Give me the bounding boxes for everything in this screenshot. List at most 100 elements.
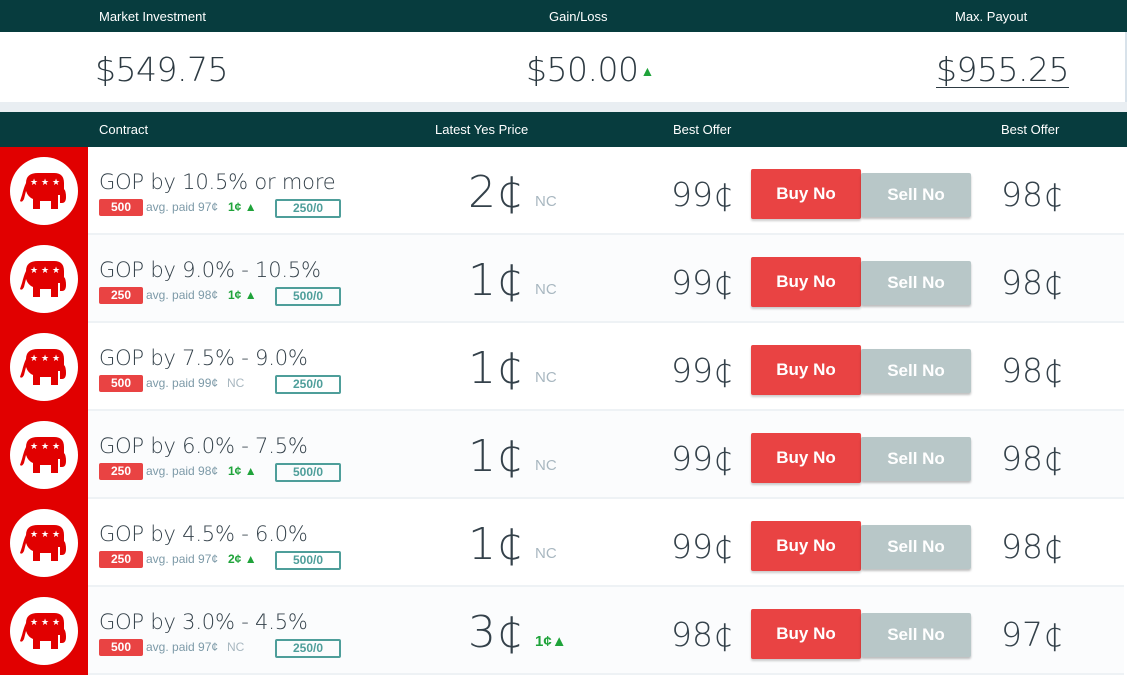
svg-text:★: ★ — [30, 354, 38, 364]
buy-no-button[interactable]: Buy No — [751, 345, 861, 395]
contract-row: ★ ★ ★ GOP by 9.0% - 10.5% 250 avg. paid 98¢ 1¢… — [0, 235, 1127, 323]
contract-details: GOP by 9.0% - 10.5% 250 avg. paid 98¢ 1¢ ▲ 5… — [88, 235, 1124, 323]
position-change-value: NC — [227, 376, 245, 390]
sell-no-button[interactable]: Sell No — [861, 261, 971, 305]
shares-ratio[interactable]: 500/0 — [275, 463, 341, 482]
summary-values: $549.75 $50.00 ▲ $955.25 — [0, 32, 1127, 102]
sell-no-button[interactable]: Sell No — [861, 525, 971, 569]
table-header: Contract Latest Yes Price Best Offer Bes… — [0, 112, 1127, 147]
latest-yes-price: 1¢ — [468, 343, 524, 394]
contract-row: ★ ★ ★ GOP by 10.5% or more 500 avg. paid 97¢ 1… — [0, 147, 1127, 235]
gop-elephant-badge: ★ ★ ★ — [10, 245, 78, 313]
contract-row: ★ ★ ★ GOP by 7.5% - 9.0% 500 avg. paid 99¢ NC 2… — [0, 323, 1127, 411]
svg-text:★: ★ — [52, 266, 60, 276]
contract-name[interactable]: GOP by 9.0% - 10.5% — [99, 258, 321, 282]
sell-no-button[interactable]: Sell No — [861, 173, 971, 217]
svg-text:★: ★ — [52, 442, 60, 452]
contract-row: ★ ★ ★ GOP by 3.0% - 4.5% 500 avg. paid 97¢ NC 2… — [0, 587, 1127, 675]
max-payout-label: Max. Payout — [955, 9, 1028, 24]
yes-price-change: NC — [535, 193, 557, 210]
up-arrow-icon: ▲ — [551, 633, 567, 650]
best-offer-column-header-2: Best Offer — [1001, 122, 1060, 137]
elephant-icon: ★ ★ ★ — [20, 525, 66, 561]
quantity-badge: 250 — [99, 551, 143, 568]
shares-ratio[interactable]: 250/0 — [275, 199, 341, 218]
latest-yes-price: 3¢ — [468, 607, 524, 658]
gain-loss-amount: $50.00 — [526, 50, 639, 89]
svg-text:★: ★ — [30, 266, 38, 276]
best-offer-sell: 98¢ — [1001, 527, 1064, 566]
svg-text:★: ★ — [30, 530, 38, 540]
svg-text:★: ★ — [41, 530, 49, 540]
yes-price-change-value: NC — [535, 369, 557, 386]
sell-no-button[interactable]: Sell No — [861, 613, 971, 657]
party-strip: ★ ★ ★ — [0, 499, 88, 587]
buy-no-button[interactable]: Buy No — [751, 521, 861, 571]
svg-text:★: ★ — [30, 618, 38, 628]
contract-name[interactable]: GOP by 3.0% - 4.5% — [99, 610, 308, 634]
party-strip: ★ ★ ★ — [0, 587, 88, 675]
best-offer-sell: 98¢ — [1001, 175, 1064, 214]
contract-name[interactable]: GOP by 10.5% or more — [99, 170, 336, 194]
best-offer-sell: 97¢ — [1001, 615, 1064, 654]
position-change: NC — [227, 640, 244, 654]
quantity-badge: 500 — [99, 639, 143, 656]
gop-elephant-badge: ★ ★ ★ — [10, 509, 78, 577]
best-offer-no: 99¢ — [671, 175, 734, 214]
contract-details: GOP by 10.5% or more 500 avg. paid 97¢ 1¢ ▲… — [88, 147, 1124, 235]
sell-no-button[interactable]: Sell No — [861, 437, 971, 481]
svg-text:★: ★ — [52, 530, 60, 540]
position-change: 1¢ ▲ — [228, 288, 257, 302]
avg-paid-text: avg. paid 98¢ — [146, 288, 219, 302]
contract-name[interactable]: GOP by 4.5% - 6.0% — [99, 522, 308, 546]
yes-price-change-value: NC — [535, 281, 557, 298]
yes-price-change: NC — [535, 545, 557, 562]
buy-no-button[interactable]: Buy No — [751, 433, 861, 483]
contract-name[interactable]: GOP by 7.5% - 9.0% — [99, 346, 308, 370]
up-arrow-icon: ▲ — [244, 200, 257, 214]
avg-paid-text: avg. paid 97¢ — [146, 200, 219, 214]
elephant-icon: ★ ★ ★ — [20, 261, 66, 297]
gain-loss-label: Gain/Loss — [549, 9, 608, 24]
best-offer-no: 99¢ — [671, 263, 734, 302]
contract-row: ★ ★ ★ GOP by 6.0% - 7.5% 250 avg. paid 98¢ 1¢ … — [0, 411, 1127, 499]
contract-details: GOP by 6.0% - 7.5% 250 avg. paid 98¢ 1¢ ▲ 50… — [88, 411, 1124, 499]
yes-price-change: NC — [535, 457, 557, 474]
max-payout-value[interactable]: $955.25 — [936, 50, 1069, 89]
up-arrow-icon: ▲ — [244, 552, 257, 566]
best-offer-column-header: Best Offer — [673, 122, 732, 137]
quantity-badge: 500 — [99, 199, 143, 216]
shares-ratio[interactable]: 250/0 — [275, 639, 341, 658]
yes-price-change: NC — [535, 369, 557, 386]
yes-price-change-value: 1¢ — [535, 633, 552, 650]
svg-text:★: ★ — [41, 178, 49, 188]
position-change-value: 1¢ — [228, 200, 242, 214]
section-divider — [0, 102, 1127, 112]
avg-paid-text: avg. paid 98¢ — [146, 464, 219, 478]
latest-yes-price: 2¢ — [468, 167, 524, 218]
shares-ratio[interactable]: 500/0 — [275, 287, 341, 306]
up-arrow-icon: ▲ — [244, 288, 257, 302]
position-change-value: 1¢ — [228, 464, 242, 478]
position-change: 2¢ ▲ — [228, 552, 257, 566]
shares-ratio[interactable]: 500/0 — [275, 551, 341, 570]
buy-no-button[interactable]: Buy No — [751, 609, 861, 659]
svg-text:★: ★ — [41, 266, 49, 276]
shares-ratio[interactable]: 250/0 — [275, 375, 341, 394]
party-strip: ★ ★ ★ — [0, 411, 88, 499]
buy-no-button[interactable]: Buy No — [751, 169, 861, 219]
svg-text:★: ★ — [41, 354, 49, 364]
position-change-value: 1¢ — [228, 288, 242, 302]
sell-no-button[interactable]: Sell No — [861, 349, 971, 393]
gain-loss-value: $50.00 ▲ — [526, 50, 654, 89]
elephant-icon: ★ ★ ★ — [20, 349, 66, 385]
contract-row: ★ ★ ★ GOP by 4.5% - 6.0% 250 avg. paid 97¢ 2¢ … — [0, 499, 1127, 587]
quantity-badge: 500 — [99, 375, 143, 392]
buy-no-button[interactable]: Buy No — [751, 257, 861, 307]
market-investment-label: Market Investment — [99, 9, 206, 24]
up-arrow-icon: ▲ — [640, 64, 654, 80]
contract-name[interactable]: GOP by 6.0% - 7.5% — [99, 434, 308, 458]
best-offer-no: 99¢ — [671, 439, 734, 478]
yes-price-change-value: NC — [535, 457, 557, 474]
yes-price-change-value: NC — [535, 545, 557, 562]
